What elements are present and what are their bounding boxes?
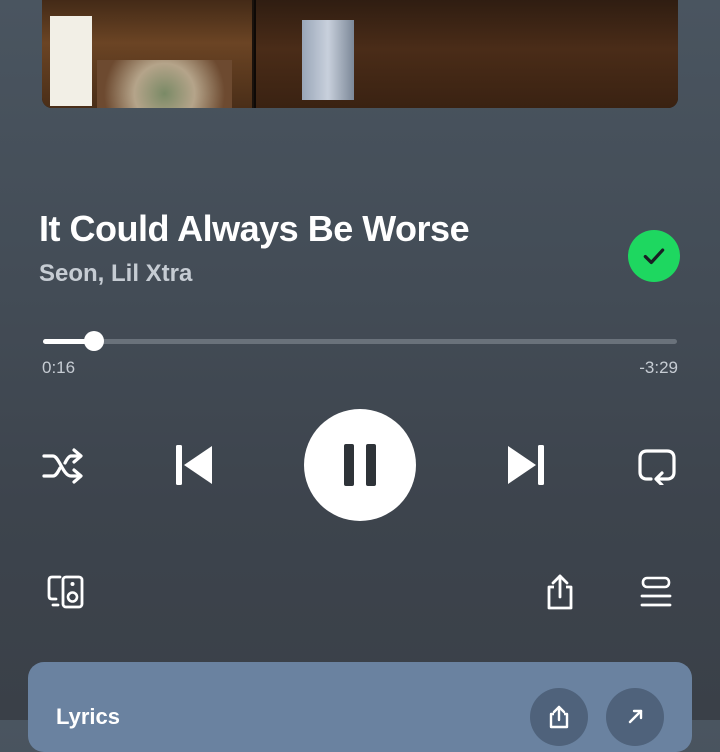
queue-button[interactable] [634, 570, 678, 614]
check-icon [643, 248, 665, 265]
next-button[interactable] [502, 440, 550, 490]
skip-previous-icon [176, 445, 212, 485]
queue-icon [640, 576, 672, 607]
liked-button[interactable] [628, 230, 680, 282]
skip-next-icon [508, 445, 544, 485]
lyrics-share-button[interactable] [530, 688, 588, 746]
elapsed-time: 0:16 [42, 358, 76, 377]
track-title: It Could Always Be Worse [39, 208, 470, 249]
speaker-device-icon [47, 575, 84, 609]
progress-bar[interactable] [43, 331, 677, 351]
pause-icon [344, 444, 376, 486]
previous-button[interactable] [170, 440, 218, 490]
track-artists[interactable]: Seon, Lil Xtra [39, 260, 192, 288]
share-icon [547, 574, 573, 610]
shuffle-icon [42, 448, 83, 484]
repeat-icon [638, 449, 676, 485]
share-icon [549, 705, 569, 729]
lyrics-card[interactable]: Lyrics [28, 662, 692, 752]
remaining-time: -3:29 [639, 358, 678, 377]
expand-icon [628, 709, 643, 724]
share-button[interactable] [538, 570, 582, 614]
connect-device-button[interactable] [44, 570, 88, 614]
repeat-button[interactable] [634, 443, 680, 489]
lyrics-title: Lyrics [56, 704, 121, 729]
pause-button[interactable] [304, 409, 416, 521]
shuffle-button[interactable] [40, 443, 86, 489]
lyrics-expand-button[interactable] [606, 688, 664, 746]
progress-thumb[interactable] [83, 331, 104, 351]
album-art [42, 0, 678, 108]
